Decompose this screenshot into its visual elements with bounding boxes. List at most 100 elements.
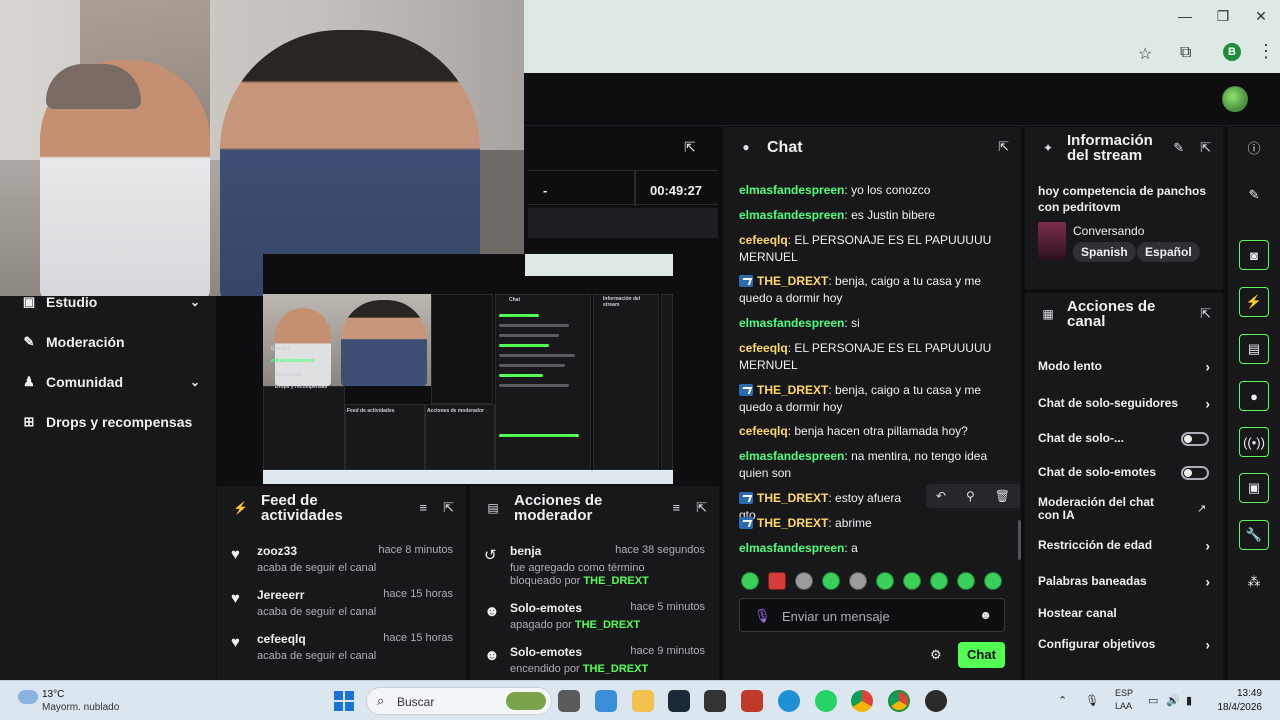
popout-icon[interactable]: ⇱ <box>443 500 454 516</box>
widget-icon[interactable] <box>506 692 546 710</box>
battery-icon[interactable]: ▮ <box>1186 694 1192 707</box>
chat-username[interactable]: elmasfandespreen <box>739 541 844 555</box>
action-banned-words[interactable]: Palabras baneadas › <box>1038 575 1210 589</box>
edge-icon[interactable] <box>778 690 800 712</box>
taskbar-clock[interactable]: 13:49 <box>1218 688 1262 699</box>
feed-username[interactable]: Jereeerr <box>257 588 304 602</box>
microphone-icon[interactable]: 🎙 <box>754 608 771 624</box>
mod-actor[interactable]: THE_DREXT <box>575 619 640 631</box>
mod-target[interactable]: benja <box>510 544 541 558</box>
share-nodes-icon[interactable]: ⁂ <box>1239 567 1269 597</box>
category-thumbnail[interactable] <box>1038 222 1066 260</box>
info-icon[interactable]: ⓘ <box>1239 132 1269 162</box>
unity-icon[interactable] <box>704 690 726 712</box>
filter-icon[interactable]: ≡ <box>673 500 681 516</box>
feed-username[interactable]: zooz33 <box>257 544 297 558</box>
obs-icon[interactable] <box>925 690 947 712</box>
moderator-badge-icon[interactable] <box>739 517 753 529</box>
subs-only-toggle[interactable] <box>1181 432 1209 446</box>
nav-item-drops[interactable]: ⊞ Drops y recompensas <box>20 411 200 433</box>
emote-icon[interactable] <box>849 572 867 590</box>
layout-icon[interactable]: ▣ <box>1239 473 1269 503</box>
weather-temperature[interactable]: 13°C <box>42 689 64 700</box>
chrome-profile-icon[interactable] <box>888 690 910 712</box>
nav-item-community[interactable]: ♟ Comunidad ⌄ <box>20 371 200 393</box>
bookmark-star-icon[interactable]: ☆ <box>1138 44 1152 64</box>
chat-message[interactable]: cefeeqlq: benja hacen otra pillamada hoy… <box>739 423 1001 440</box>
nav-item-studio[interactable]: ▣ Estudio ⌄ <box>20 291 200 313</box>
nav-item-moderation[interactable]: ✎ Moderación <box>20 331 200 353</box>
lightning-icon[interactable]: ⚡ <box>1239 287 1269 317</box>
chat-message[interactable]: elmasfandespreen: yo los conozco <box>739 182 1001 199</box>
mod-target[interactable]: Solo-emotes <box>510 601 582 615</box>
chat-input[interactable]: 🎙 Enviar un mensaje ☻ <box>739 598 1005 632</box>
emote-icon[interactable] <box>795 572 813 590</box>
chat-username[interactable]: THE_DREXT <box>757 491 828 505</box>
restore-button[interactable]: ❐ <box>1208 8 1238 25</box>
action-age-restriction[interactable]: Restricción de edad › <box>1038 539 1210 553</box>
chat-username[interactable]: THE_DREXT <box>757 516 828 530</box>
emote-picker-icon[interactable]: ☻ <box>979 608 992 622</box>
chat-username[interactable]: THE_DREXT <box>757 383 828 397</box>
chat-settings-icon[interactable]: ⚙ <box>930 647 942 663</box>
chat-message[interactable]: elmasfandespreen: na mentira, no tengo i… <box>739 448 1001 482</box>
filter-icon[interactable]: ≡ <box>420 500 428 516</box>
edit-icon[interactable]: ✎ <box>1239 180 1269 210</box>
chat-username[interactable]: elmasfandespreen <box>739 183 844 197</box>
moderator-badge-icon[interactable] <box>739 275 753 287</box>
minimize-button[interactable]: — <box>1170 8 1200 24</box>
emote-icon[interactable] <box>876 572 894 590</box>
emote-icon[interactable] <box>822 572 840 590</box>
profile-avatar[interactable]: B <box>1223 43 1241 61</box>
network-icon[interactable]: ▭ <box>1148 694 1158 707</box>
stream-tag[interactable]: Español <box>1137 242 1200 262</box>
edit-icon[interactable]: ✎ <box>1173 140 1184 156</box>
file-explorer-icon[interactable] <box>632 690 654 712</box>
popout-icon[interactable]: ⇱ <box>1200 140 1211 156</box>
reply-icon[interactable]: ↶ <box>936 489 946 503</box>
popout-icon[interactable]: ⇱ <box>696 500 707 516</box>
weather-cloud-icon[interactable] <box>18 690 38 704</box>
emote-icon[interactable] <box>903 572 921 590</box>
chat-username[interactable]: THE_DREXT <box>757 274 828 288</box>
browser-menu-icon[interactable]: ⋮ <box>1257 41 1275 62</box>
volume-icon[interactable]: 🔊 <box>1166 694 1180 707</box>
action-host-channel[interactable]: Hostear canal <box>1038 607 1210 621</box>
chat-message[interactable]: elmasfandespreen: si <box>739 315 1001 332</box>
whatsapp-icon[interactable] <box>815 690 837 712</box>
user-avatar[interactable] <box>1222 86 1248 112</box>
chat-username[interactable]: elmasfandespreen <box>739 449 844 463</box>
close-button[interactable]: ✕ <box>1246 8 1276 25</box>
chat-username[interactable]: elmasfandespreen <box>739 208 844 222</box>
chat-message[interactable]: elmasfandespreen: a <box>739 540 1001 557</box>
broadcast-icon[interactable]: ((•)) <box>1239 427 1269 457</box>
action-slow-mode[interactable]: Modo lento › <box>1038 360 1210 374</box>
windows-start-icon[interactable] <box>334 691 354 711</box>
external-link-icon[interactable]: ↗ <box>1197 502 1206 515</box>
emote-icon[interactable] <box>930 572 948 590</box>
moderator-badge-icon[interactable] <box>739 492 753 504</box>
mod-actor[interactable]: THE_DREXT <box>583 663 648 675</box>
moderator-badge-icon[interactable] <box>739 384 753 396</box>
chat-username[interactable]: cefeeqlq <box>739 233 788 247</box>
emotes-only-toggle[interactable] <box>1181 466 1209 480</box>
chat-scrollbar[interactable] <box>1018 520 1021 560</box>
keyboard-layout[interactable]: LAA <box>1115 701 1132 711</box>
stream-category[interactable]: Conversando <box>1073 224 1144 238</box>
chat-message[interactable]: cefeeqlq: EL PERSONAJE ES EL PAPUUUUU ME… <box>739 232 1001 266</box>
steam-icon[interactable] <box>668 690 690 712</box>
send-chat-button[interactable]: Chat <box>958 642 1005 668</box>
emote-icon[interactable] <box>957 572 975 590</box>
pin-icon[interactable]: ⚲ <box>966 489 975 503</box>
action-ai-moderation[interactable]: Moderación del chat con IA <box>1038 496 1168 522</box>
tray-chevron-up-icon[interactable]: ⌃ <box>1058 694 1067 707</box>
action-followers-only[interactable]: Chat de solo-seguidores › <box>1038 397 1210 411</box>
chat-message[interactable]: cefeeqlq: EL PERSONAJE ES EL PAPUUUUU ME… <box>739 340 1001 374</box>
feed-username[interactable]: cefeeqlq <box>257 632 306 646</box>
chat-message[interactable]: THE_DREXT: benja, caigo a tu casa y me q… <box>739 382 1001 416</box>
store-icon[interactable] <box>595 690 617 712</box>
chat-bubble-icon[interactable]: ● <box>1239 381 1269 411</box>
task-view-icon[interactable] <box>558 690 580 712</box>
popout-icon[interactable]: ⇱ <box>1200 306 1211 322</box>
chat-message[interactable]: elmasfandespreen: es Justin bibere <box>739 207 1001 224</box>
